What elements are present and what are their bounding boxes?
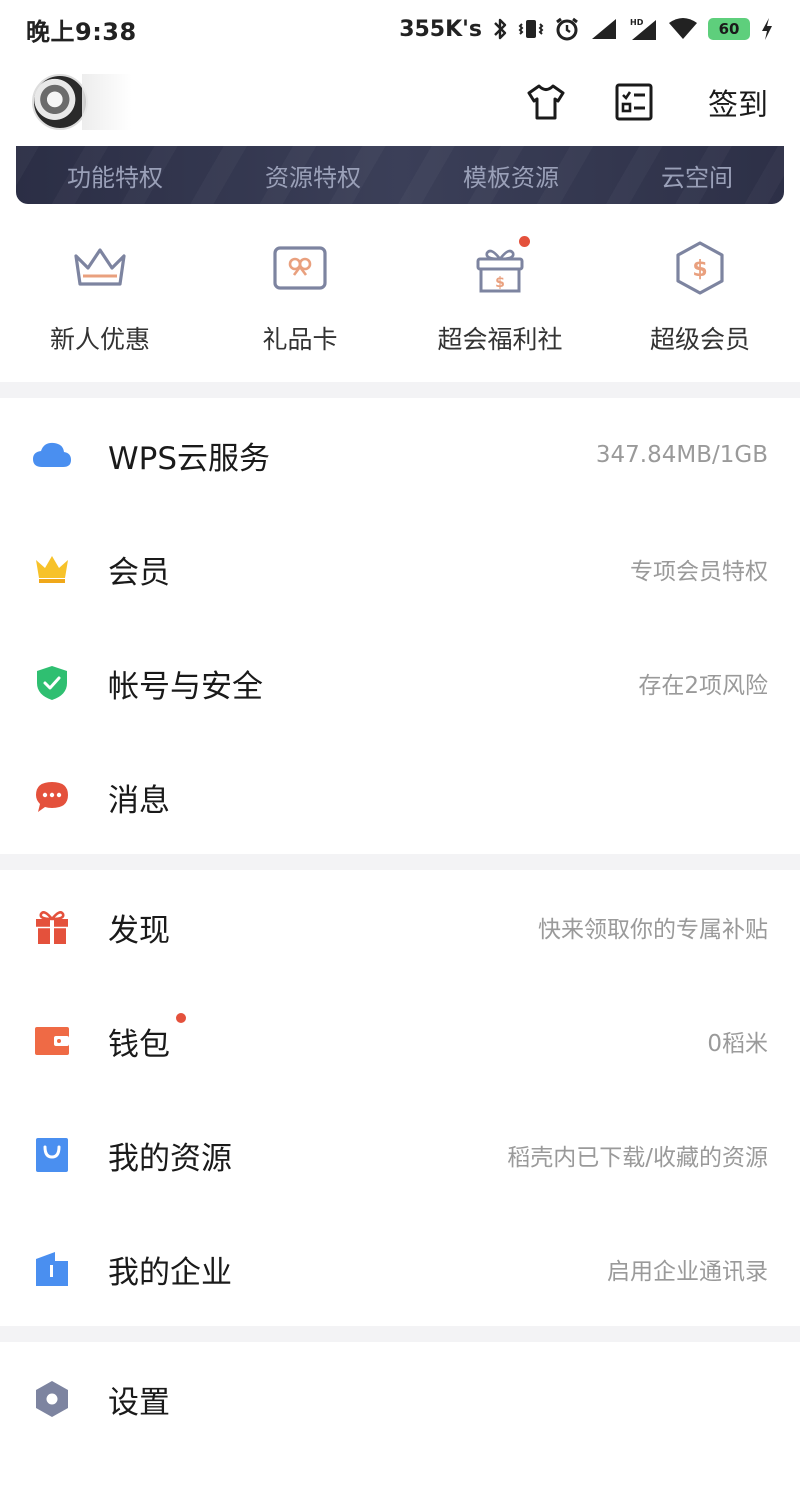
header-actions: 签到 xyxy=(526,80,768,124)
menu-title: 帐号与安全 xyxy=(108,668,263,705)
menu-item-my-resources[interactable]: 我的资源 稻壳内已下载/收藏的资源 xyxy=(0,1098,800,1212)
menu-title: 消息 xyxy=(108,782,170,819)
battery-indicator: 60 xyxy=(708,18,750,40)
menu-item-messages[interactable]: 消息 xyxy=(0,740,800,854)
cloud-usage: 347.84MB/1GB xyxy=(595,442,768,468)
username-placeholder xyxy=(82,74,132,130)
quick-label: 礼品卡 xyxy=(262,325,338,354)
crown-outline-icon xyxy=(70,238,130,298)
notification-dot xyxy=(519,236,530,247)
menu-value: 稻壳内已下载/收藏的资源 xyxy=(507,1145,768,1171)
svg-text:HD: HD xyxy=(630,18,644,27)
menu-item-my-enterprise[interactable]: 我的企业 启用企业通讯录 xyxy=(0,1212,800,1326)
quick-newuser-offer[interactable]: 新人优惠 xyxy=(0,238,200,378)
menu-item-cloud-service[interactable]: WPS云服务 347.84MB/1GB xyxy=(0,398,800,512)
security-risk-status: 存在2项风险 xyxy=(638,673,768,699)
menu-item-settings[interactable]: 设置 xyxy=(0,1342,800,1456)
gift-icon xyxy=(32,907,72,947)
menu-value: 专项会员特权 xyxy=(630,559,768,585)
quick-label: 超级会员 xyxy=(649,325,750,354)
banner-tab-template[interactable]: 模板资源 xyxy=(463,158,559,193)
section-divider xyxy=(0,382,800,398)
wifi-icon xyxy=(668,17,698,41)
alarm-icon xyxy=(554,16,580,42)
bag-icon xyxy=(32,1135,72,1175)
menu-title: 设置 xyxy=(108,1384,170,1421)
quick-super-member[interactable]: $ 超级会员 xyxy=(600,238,800,378)
quick-welfare[interactable]: $ 超会福利社 xyxy=(400,236,600,378)
network-speed: 355K's xyxy=(399,16,482,42)
banner-tab-cloud[interactable]: 云空间 xyxy=(661,158,733,193)
wallet-balance: 0稻米 xyxy=(707,1031,768,1057)
signin-button[interactable]: 签到 xyxy=(708,80,768,124)
menu-title: 我的企业 xyxy=(108,1254,232,1291)
status-bar: 晚上9:38 355K's HD 60 xyxy=(0,0,800,58)
svg-text:$: $ xyxy=(495,275,505,291)
building-icon xyxy=(32,1249,72,1289)
crown-icon xyxy=(32,549,72,589)
bluetooth-icon xyxy=(492,17,508,41)
notification-dot xyxy=(176,1012,186,1023)
profile-header: 签到 xyxy=(0,58,800,146)
banner-tab-feature[interactable]: 功能特权 xyxy=(67,158,163,193)
settings-hexagon-icon xyxy=(32,1379,72,1419)
wallet-icon xyxy=(32,1021,72,1061)
quick-actions: 新人优惠 礼品卡 $ 超会福利社 $ 超级会员 xyxy=(0,236,800,378)
charging-icon xyxy=(760,17,774,41)
gift-card-icon xyxy=(270,238,330,298)
section-divider xyxy=(0,854,800,870)
menu-value: 快来领取你的专属补贴 xyxy=(538,917,768,943)
chat-bubble-icon xyxy=(32,777,72,817)
banner-tab-resource[interactable]: 资源特权 xyxy=(265,158,361,193)
menu-title: 会员 xyxy=(108,554,170,591)
vibrate-icon xyxy=(518,17,544,41)
checklist-icon[interactable] xyxy=(614,82,654,122)
hexagon-dollar-icon: $ xyxy=(670,238,730,298)
menu-value: 启用企业通讯录 xyxy=(607,1259,768,1285)
menu-title: 我的资源 xyxy=(108,1140,232,1177)
cloud-icon xyxy=(32,435,72,475)
avatar[interactable] xyxy=(32,74,88,130)
shirt-icon[interactable] xyxy=(526,82,566,122)
quick-gift-card[interactable]: 礼品卡 xyxy=(200,238,400,378)
signal-icon xyxy=(590,17,618,41)
menu-title: WPS云服务 xyxy=(108,440,271,477)
status-time: 晚上9:38 xyxy=(26,17,137,46)
menu-item-member[interactable]: 会员 专项会员特权 xyxy=(0,512,800,626)
quick-label: 新人优惠 xyxy=(49,325,150,354)
gift-box-icon: $ xyxy=(470,236,530,298)
menu-item-discover[interactable]: 发现 快来领取你的专属补贴 xyxy=(0,870,800,984)
shield-check-icon xyxy=(32,663,72,703)
menu-item-wallet[interactable]: 钱包 0稻米 xyxy=(0,984,800,1098)
section-divider xyxy=(0,1326,800,1342)
menu-title: 发现 xyxy=(108,912,170,949)
member-benefits-banner[interactable]: 功能特权 资源特权 模板资源 云空间 xyxy=(16,146,784,204)
menu-title: 钱包 xyxy=(108,1012,186,1064)
svg-text:$: $ xyxy=(692,257,707,282)
signal-hd-icon: HD xyxy=(628,16,658,42)
status-indicators: 355K's HD 60 xyxy=(399,16,774,42)
menu-item-account-security[interactable]: 帐号与安全 存在2项风险 xyxy=(0,626,800,740)
wallet-title-text: 钱包 xyxy=(108,1026,170,1063)
quick-label: 超会福利社 xyxy=(437,325,563,354)
